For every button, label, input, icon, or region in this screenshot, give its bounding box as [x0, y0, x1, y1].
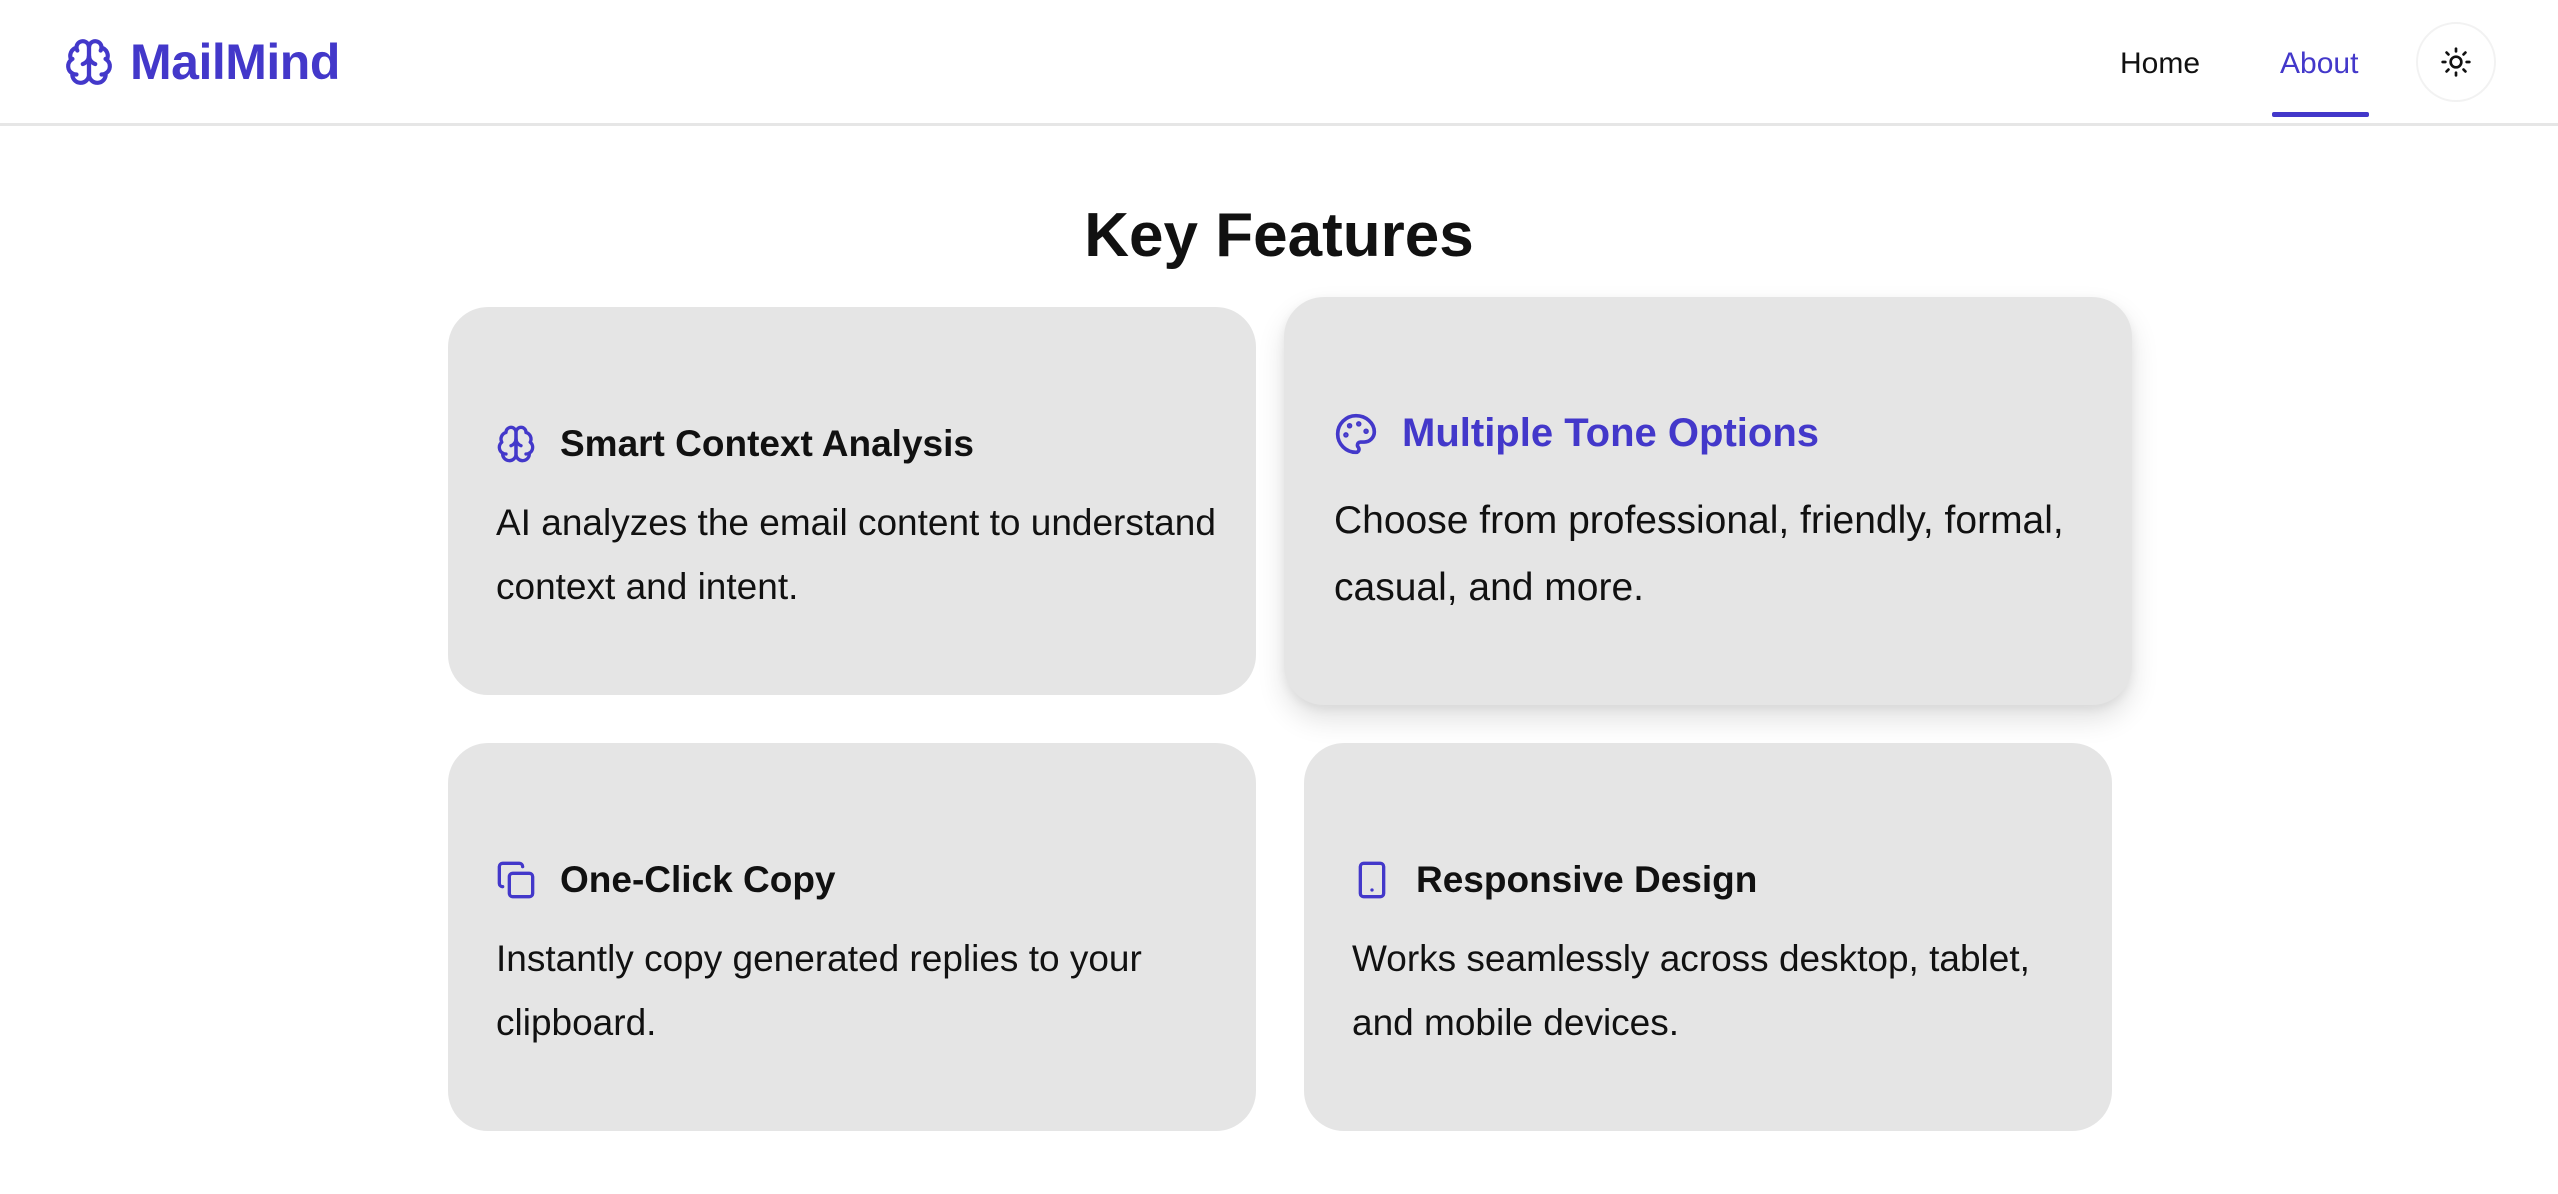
feature-card-one-click-copy: One-Click Copy Instantly copy generated … — [448, 743, 1256, 1131]
feature-card-smart-context: Smart Context Analysis AI analyzes the e… — [448, 307, 1256, 695]
sun-icon — [2440, 46, 2472, 78]
main-nav: Home About — [0, 0, 2558, 126]
feature-description: Instantly copy generated replies to your… — [496, 938, 1142, 1043]
copy-icon — [496, 860, 536, 900]
section-title: Key Features — [1084, 201, 1474, 270]
active-nav-indicator — [2272, 112, 2369, 117]
feature-card-tone-options: Multiple Tone Options Choose from profes… — [1284, 297, 2132, 705]
feature-description: AI analyzes the email content to underst… — [496, 502, 1216, 607]
nav-link-home[interactable]: Home — [2120, 38, 2200, 90]
feature-title: Smart Context Analysis — [560, 423, 974, 464]
feature-title: Responsive Design — [1416, 859, 1758, 900]
feature-title: Multiple Tone Options — [1402, 411, 1819, 455]
feature-description: Choose from professional, friendly, form… — [1334, 499, 2064, 609]
palette-icon — [1334, 412, 1378, 456]
feature-title: One-Click Copy — [560, 859, 836, 900]
nav-link-about[interactable]: About — [2280, 38, 2358, 90]
site-header: MailMind Home About — [0, 0, 2558, 126]
feature-card-header: Multiple Tone Options — [1334, 411, 1819, 456]
feature-card-header: Responsive Design — [1352, 859, 1757, 901]
smartphone-icon — [1352, 860, 1392, 900]
theme-toggle-button[interactable] — [2416, 22, 2496, 102]
feature-card-header: Smart Context Analysis — [496, 423, 974, 465]
feature-card-header: One-Click Copy — [496, 859, 836, 901]
feature-description: Works seamlessly across desktop, tablet,… — [1352, 938, 2030, 1043]
brain-icon — [496, 424, 536, 464]
feature-card-responsive-design: Responsive Design Works seamlessly acros… — [1304, 743, 2112, 1131]
